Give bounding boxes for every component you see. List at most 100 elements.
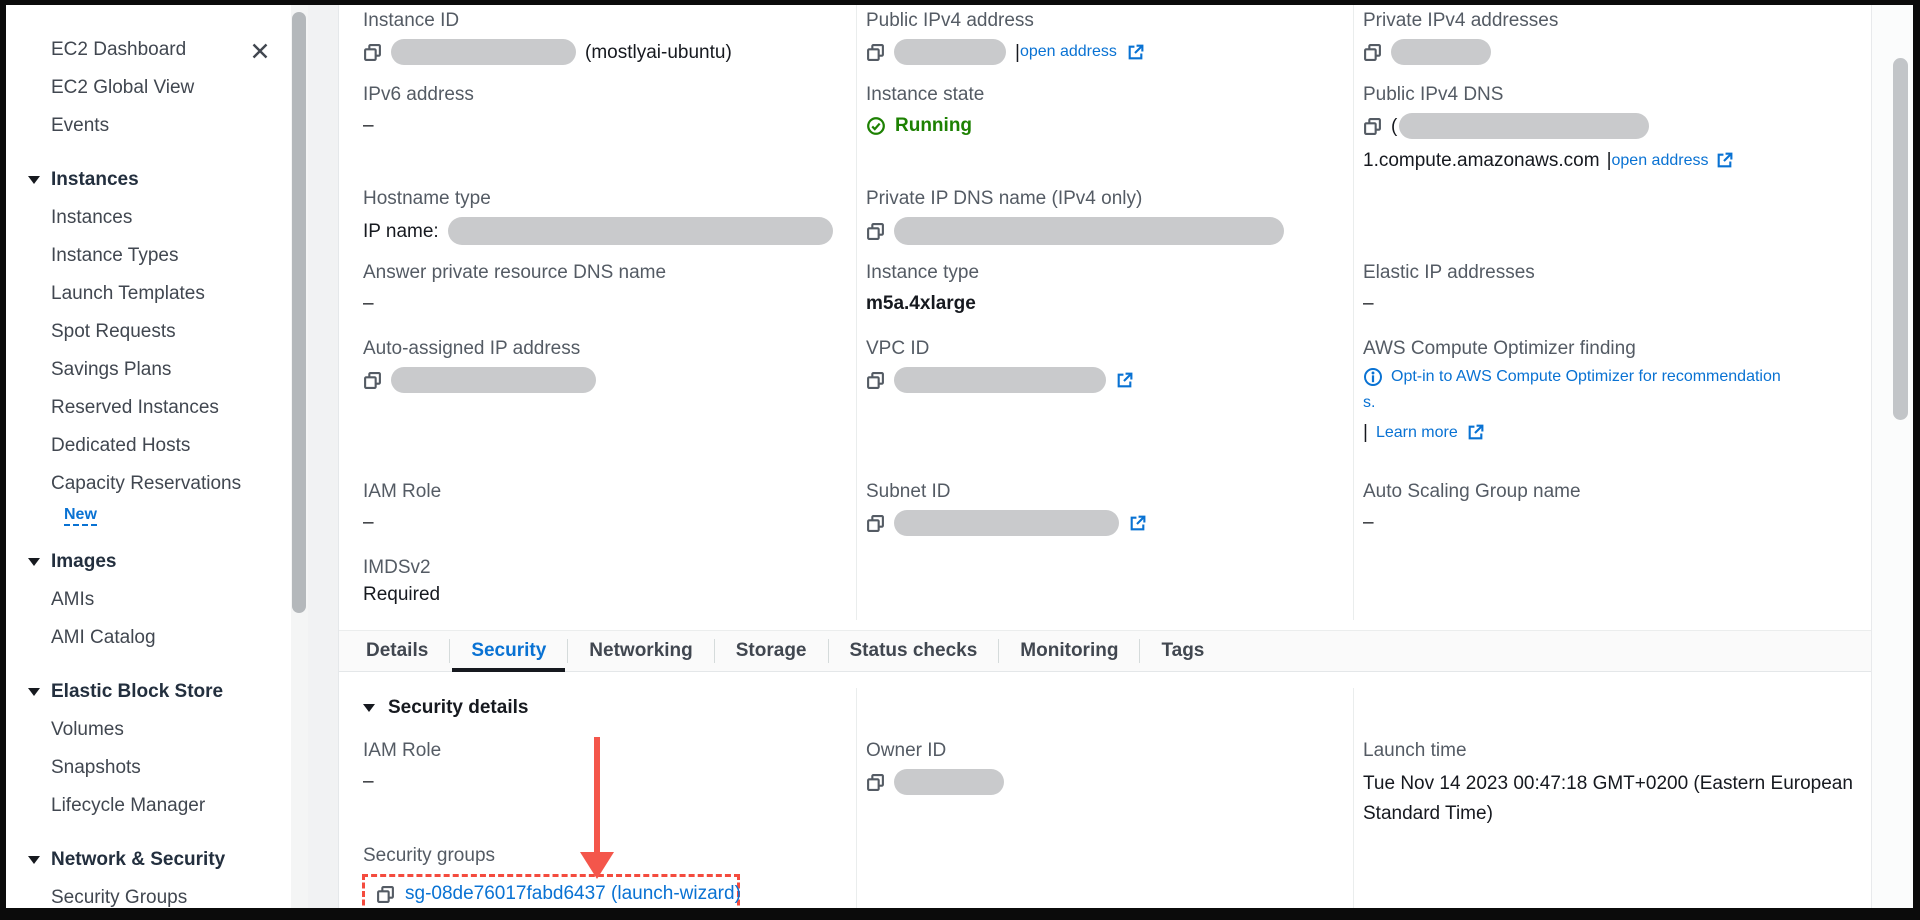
- annotation-arrow: [594, 737, 600, 855]
- sidebar-section-elastic-block-store[interactable]: Elastic Block Store: [6, 673, 290, 711]
- open-address-link[interactable]: open address: [1612, 152, 1709, 170]
- sidebar-item-capacity-reservations[interactable]: Capacity Reservations: [6, 465, 290, 503]
- redacted-private-dns: [894, 217, 1284, 245]
- tab-security[interactable]: Security: [450, 631, 567, 671]
- sidebar-item-amis[interactable]: AMIs: [6, 581, 290, 619]
- redacted-hostname: [448, 217, 833, 245]
- copy-icon[interactable]: [363, 43, 382, 62]
- copy-icon[interactable]: [866, 773, 885, 792]
- elastic-ip-value: –: [1363, 291, 1374, 316]
- main-scrollbar-thumb[interactable]: [1893, 58, 1908, 420]
- redacted-public-ipv4: [894, 39, 1006, 65]
- sidebar-item-savings-plans[interactable]: Savings Plans: [6, 351, 290, 389]
- redacted-private-ipv4: [1391, 39, 1491, 65]
- learn-more-link[interactable]: Learn more: [1376, 424, 1458, 442]
- external-link-icon[interactable]: [1126, 43, 1145, 62]
- redacted-instance-id: [391, 39, 576, 65]
- sidebar-item-instance-types[interactable]: Instance Types: [6, 237, 290, 275]
- window-border-top: [0, 0, 1920, 5]
- new-badge[interactable]: New: [64, 506, 97, 526]
- optimizer-opt-in-link[interactable]: Opt-in to AWS Compute Optimizer for reco…: [1391, 368, 1781, 386]
- field-imdsv2: IMDSv2 Required: [363, 555, 833, 607]
- security-details-expander[interactable]: Security details: [363, 697, 528, 719]
- sidebar-item-ami-catalog[interactable]: AMI Catalog: [6, 619, 290, 657]
- info-icon[interactable]: [1363, 367, 1383, 387]
- sidebar-item-ec2-dashboard[interactable]: EC2 Dashboard: [6, 31, 290, 69]
- instance-detail-tabs: Details Security Networking Storage Stat…: [339, 630, 1871, 672]
- field-auto-assigned-ip: Auto-assigned IP address: [363, 336, 833, 393]
- external-link-icon[interactable]: [1128, 514, 1147, 533]
- instance-type-value: m5a.4xlarge: [866, 291, 976, 316]
- field-launch-time: Launch time Tue Nov 14 2023 00:47:18 GMT…: [1363, 738, 1853, 829]
- field-asg-name: Auto Scaling Group name –: [1363, 479, 1863, 535]
- field-sec-iam-role: IAM Role –: [363, 738, 823, 794]
- sidebar-item-snapshots[interactable]: Snapshots: [6, 749, 290, 787]
- copy-icon[interactable]: [866, 43, 885, 62]
- field-private-dns: Private IP DNS name (IPv4 only): [866, 186, 1331, 245]
- security-group-link[interactable]: sg-08de76017fabd6437 (launch-wizard): [405, 883, 741, 905]
- sidebar-item-events[interactable]: Events: [6, 107, 290, 145]
- tab-monitoring[interactable]: Monitoring: [999, 631, 1139, 671]
- field-answer-private-dns: Answer private resource DNS name –: [363, 260, 833, 316]
- annotation-arrow-head: [580, 852, 614, 879]
- external-link-icon[interactable]: [1715, 151, 1734, 170]
- column-divider: [856, 688, 857, 908]
- sidebar-item-volumes[interactable]: Volumes: [6, 711, 290, 749]
- sidebar-item-ec2-global-view[interactable]: EC2 Global View: [6, 69, 290, 107]
- field-instance-id: Instance ID (mostlyai-ubuntu): [363, 8, 833, 65]
- sidebar-section-label: Elastic Block Store: [51, 681, 223, 702]
- copy-icon[interactable]: [1363, 117, 1382, 136]
- window-border-right: [1913, 0, 1920, 920]
- field-owner-id: Owner ID: [866, 738, 1326, 795]
- copy-icon[interactable]: [866, 222, 885, 241]
- tab-networking[interactable]: Networking: [568, 631, 713, 671]
- collapse-triangle-icon: [28, 856, 40, 864]
- field-compute-optimizer: AWS Compute Optimizer finding Opt-in to …: [1363, 336, 1873, 445]
- field-hostname-type: Hostname type IP name:: [363, 186, 833, 245]
- redacted-auto-ip: [391, 367, 596, 393]
- external-link-icon[interactable]: [1115, 371, 1134, 390]
- sidebar-scrollbar-thumb[interactable]: [292, 12, 306, 613]
- sidebar-section-label: Network & Security: [51, 849, 225, 870]
- redacted-public-dns: [1399, 113, 1649, 139]
- open-address-link[interactable]: open address: [1020, 43, 1117, 61]
- sidebar-section-network-security[interactable]: Network & Security: [6, 841, 290, 879]
- field-vpc-id: VPC ID: [866, 336, 1331, 393]
- instance-state-value: Running: [895, 113, 972, 138]
- tab-details[interactable]: Details: [345, 631, 449, 671]
- field-iam-role: IAM Role –: [363, 479, 833, 535]
- sec-iam-role-value: –: [363, 769, 374, 794]
- field-elastic-ip: Elastic IP addresses –: [1363, 260, 1863, 316]
- column-divider: [1353, 5, 1354, 620]
- copy-icon[interactable]: [1363, 43, 1382, 62]
- sidebar-item-security-groups[interactable]: Security Groups: [6, 879, 290, 908]
- sidebar-section-label: Images: [51, 551, 116, 572]
- copy-icon[interactable]: [363, 371, 382, 390]
- column-divider: [1353, 688, 1354, 908]
- copy-icon[interactable]: [866, 514, 885, 533]
- tab-storage[interactable]: Storage: [715, 631, 828, 671]
- copy-icon[interactable]: [866, 371, 885, 390]
- collapse-triangle-icon: [363, 704, 375, 712]
- column-divider: [856, 5, 857, 620]
- sidebar-item-launch-templates[interactable]: Launch Templates: [6, 275, 290, 313]
- external-link-icon[interactable]: [1466, 423, 1485, 442]
- sidebar-item-dedicated-hosts[interactable]: Dedicated Hosts: [6, 427, 290, 465]
- copy-icon[interactable]: [376, 885, 395, 904]
- tab-status-checks[interactable]: Status checks: [829, 631, 999, 671]
- field-private-ipv4: Private IPv4 addresses: [1363, 8, 1863, 65]
- tab-tags[interactable]: Tags: [1140, 631, 1225, 671]
- sidebar-item-instances[interactable]: Instances: [6, 199, 290, 237]
- public-dns-prefix: (: [1391, 114, 1397, 139]
- sidebar-section-images[interactable]: Images: [6, 543, 290, 581]
- sidebar-section-instances[interactable]: Instances: [6, 161, 290, 199]
- field-public-dns: Public IPv4 DNS ( 1.compute.amazonaws.co…: [1363, 82, 1863, 173]
- redacted-owner-id: [894, 769, 1004, 795]
- sidebar-item-lifecycle-manager[interactable]: Lifecycle Manager: [6, 787, 290, 825]
- field-ipv6-address: IPv6 address –: [363, 82, 833, 138]
- sidebar-item-reserved-instances[interactable]: Reserved Instances: [6, 389, 290, 427]
- close-icon[interactable]: [249, 40, 271, 62]
- optimizer-opt-in-link-wrap[interactable]: s.: [1363, 394, 1375, 412]
- sidebar-item-spot-requests[interactable]: Spot Requests: [6, 313, 290, 351]
- window-border-left: [0, 0, 6, 920]
